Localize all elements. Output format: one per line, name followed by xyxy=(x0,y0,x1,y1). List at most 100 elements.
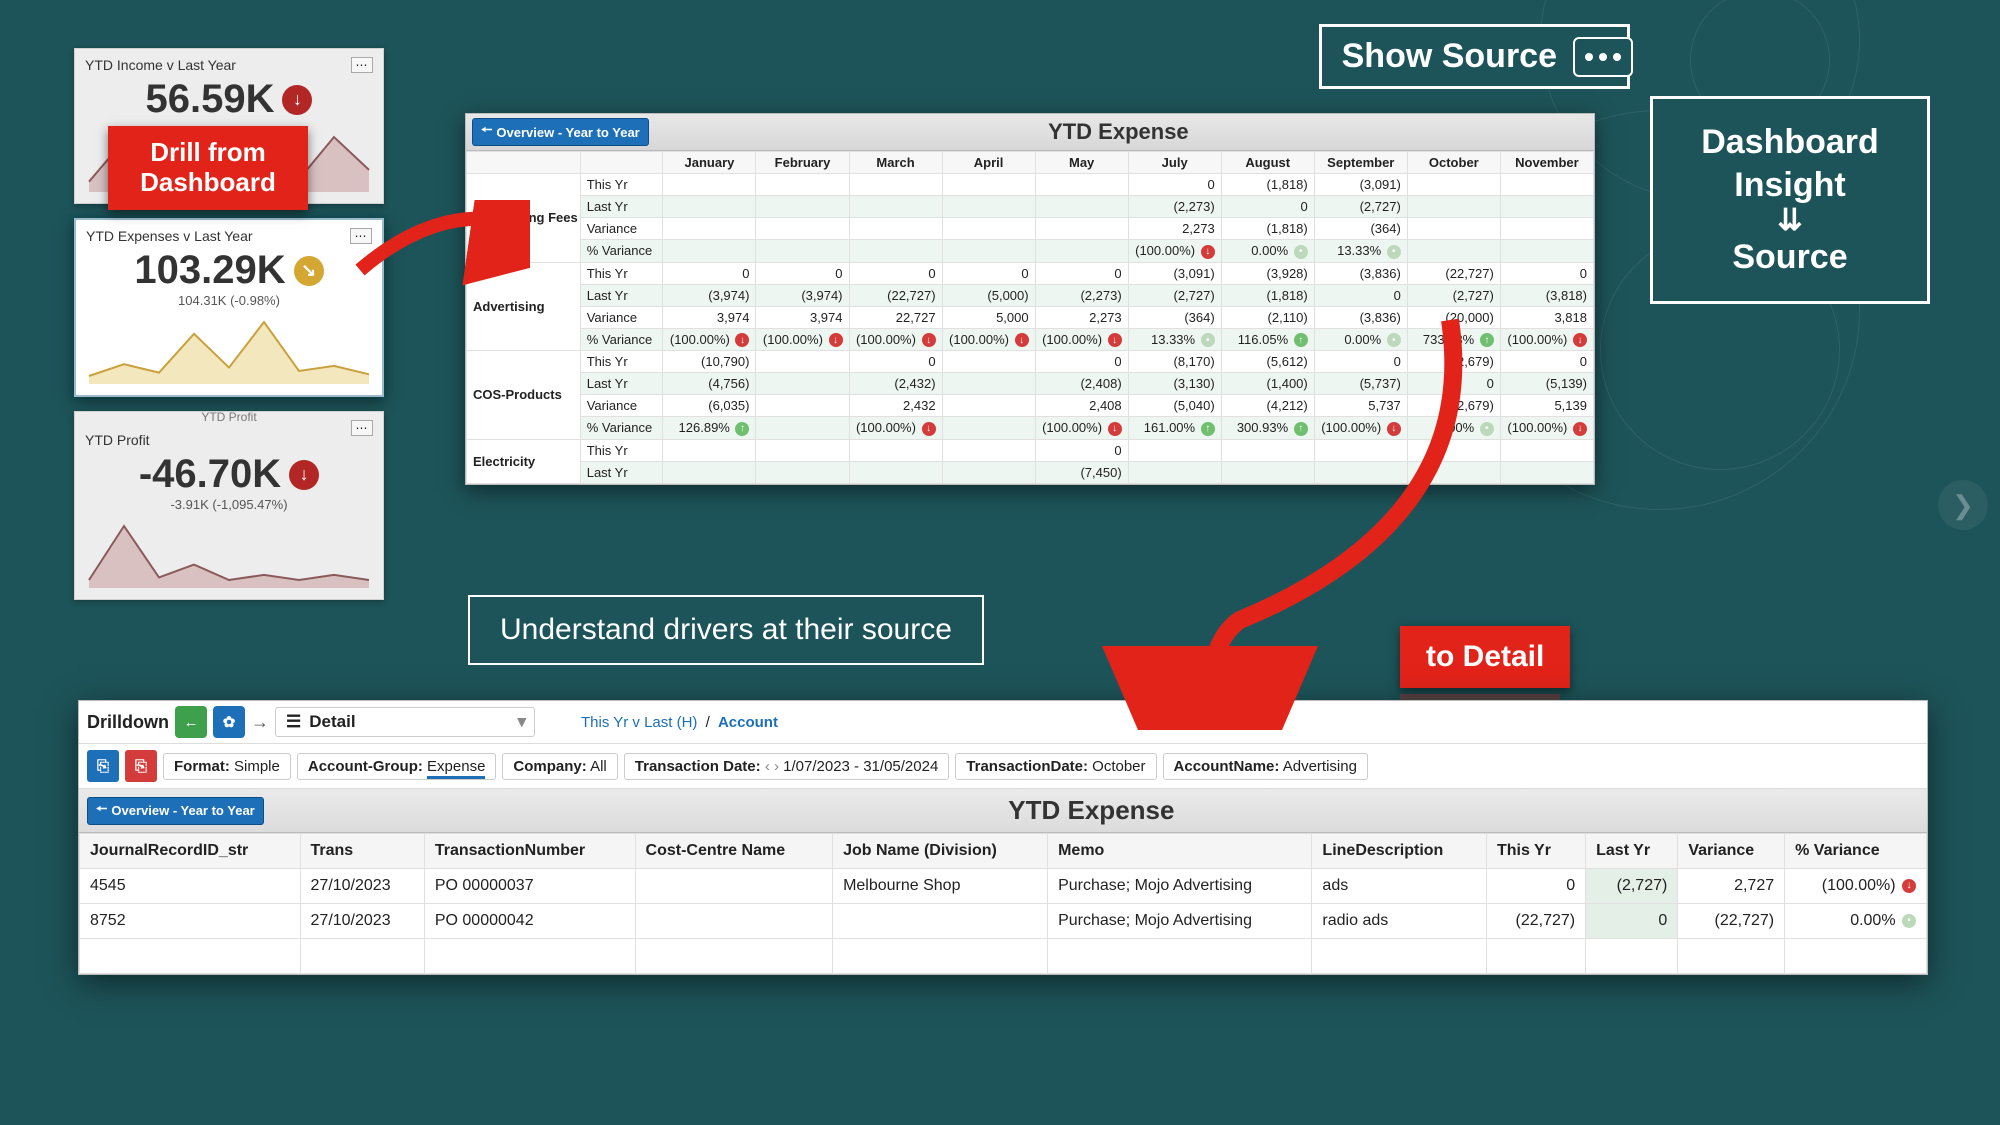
cell[interactable]: (364) xyxy=(1314,218,1407,240)
cell[interactable]: (20,000) xyxy=(1407,306,1500,328)
cell[interactable]: (7,450) xyxy=(1035,461,1128,483)
tile-more-icon[interactable]: ⋯ xyxy=(351,57,373,73)
cell[interactable]: 126.89% ↑ xyxy=(663,417,756,440)
cell[interactable]: (22,727) xyxy=(1407,262,1500,284)
cell[interactable]: (100.00%) ↓ xyxy=(1500,328,1593,351)
cell[interactable]: (22,727) xyxy=(849,284,942,306)
cell[interactable]: (2,408) xyxy=(1035,373,1128,395)
tile-more-icon[interactable]: ⋯ xyxy=(351,420,373,436)
cell[interactable]: 0 xyxy=(756,262,849,284)
dashboard-tile[interactable]: YTD Expenses v Last Year⋯103.29K↘104.31K… xyxy=(74,218,384,397)
cell[interactable]: (3,091) xyxy=(1128,262,1221,284)
cell[interactable]: 116.05% ↑ xyxy=(1221,328,1314,351)
cell[interactable]: 5,139 xyxy=(1500,395,1593,417)
detail-back-button[interactable]: 🠔 Overview - Year to Year xyxy=(87,797,264,825)
col-header[interactable]: LineDescription xyxy=(1312,834,1487,869)
back-icon[interactable]: ← xyxy=(175,706,207,738)
cell[interactable]: 0 xyxy=(1035,262,1128,284)
col-header[interactable]: Cost-Centre Name xyxy=(635,834,833,869)
cell[interactable]: 3,974 xyxy=(663,306,756,328)
cell[interactable]: (100.00%) ↓ xyxy=(663,328,756,351)
cell[interactable]: 0.00% • xyxy=(1314,328,1407,351)
cell[interactable]: (3,836) xyxy=(1314,262,1407,284)
cell[interactable]: 300.93% ↑ xyxy=(1221,417,1314,440)
cell[interactable]: (100.00%) ↓ xyxy=(1035,328,1128,351)
cell[interactable]: 0 xyxy=(1500,262,1593,284)
cell[interactable]: (3,928) xyxy=(1221,262,1314,284)
cell[interactable]: (100.00%) ↓ xyxy=(1314,417,1407,440)
cell[interactable]: (5,040) xyxy=(1128,395,1221,417)
cell[interactable]: 0 xyxy=(663,262,756,284)
cell[interactable]: (2,727) xyxy=(1407,284,1500,306)
cell[interactable]: 0 xyxy=(1314,284,1407,306)
cell[interactable]: (4,756) xyxy=(663,373,756,395)
cell[interactable]: 5,000 xyxy=(942,306,1035,328)
cell[interactable]: (364) xyxy=(1128,306,1221,328)
ellipsis-icon[interactable] xyxy=(1573,37,1633,77)
cell[interactable]: (3,130) xyxy=(1128,373,1221,395)
cell[interactable]: (1,400) xyxy=(1221,373,1314,395)
filter-chip[interactable]: Format: Simple xyxy=(163,753,291,780)
cell[interactable]: (5,139) xyxy=(1500,373,1593,395)
cell[interactable]: (3,091) xyxy=(1314,174,1407,196)
cell[interactable]: (2,110) xyxy=(1221,306,1314,328)
col-header[interactable]: JournalRecordID_str xyxy=(80,834,301,869)
cell[interactable]: 2,408 xyxy=(1035,395,1128,417)
col-header[interactable]: Memo xyxy=(1048,834,1312,869)
cell[interactable]: (100.00%) ↓ xyxy=(849,328,942,351)
cell[interactable]: (2,273) xyxy=(1128,196,1221,218)
cell[interactable]: 0.00% • xyxy=(1221,240,1314,263)
cell[interactable]: 13.33% • xyxy=(1128,328,1221,351)
cell[interactable]: (8,170) xyxy=(1128,351,1221,373)
filter-chip-daterange[interactable]: Transaction Date: ‹ › 1/07/2023 - 31/05/… xyxy=(624,753,950,780)
cell[interactable]: 0 xyxy=(1500,351,1593,373)
settings-icon[interactable]: ✿ xyxy=(213,706,245,738)
cell[interactable]: (2,679) xyxy=(1407,395,1500,417)
cell[interactable]: 0 xyxy=(1407,373,1500,395)
cell[interactable]: 13.33% • xyxy=(1314,240,1407,263)
back-button[interactable]: 🠔 Overview - Year to Year xyxy=(472,118,649,146)
cell[interactable]: 0 xyxy=(1128,174,1221,196)
col-header[interactable]: % Variance xyxy=(1785,834,1927,869)
cell[interactable]: (100.00%) ↓ xyxy=(849,417,942,440)
filter-clear-icon[interactable]: ⎘ xyxy=(125,750,157,782)
filter-chip[interactable]: Account-Group: Expense xyxy=(297,753,497,780)
cell[interactable]: 0 xyxy=(1221,196,1314,218)
next-slide-icon[interactable]: ❯ xyxy=(1938,480,1988,530)
cell[interactable]: (3,818) xyxy=(1500,284,1593,306)
cell[interactable]: 0 xyxy=(1314,351,1407,373)
cell[interactable]: (100.00%) ↓ xyxy=(1035,417,1128,440)
cell[interactable]: (3,836) xyxy=(1314,306,1407,328)
cell[interactable]: (2,727) xyxy=(1314,196,1407,218)
cell[interactable]: (100.00%) ↓ xyxy=(1128,240,1221,263)
cell[interactable]: 0 xyxy=(1035,439,1128,461)
cell[interactable]: 0.00% • xyxy=(1407,417,1500,440)
cell[interactable]: (1,818) xyxy=(1221,284,1314,306)
cell[interactable]: (2,432) xyxy=(849,373,942,395)
cell[interactable]: (5,000) xyxy=(942,284,1035,306)
cell[interactable]: (10,790) xyxy=(663,351,756,373)
cell[interactable]: (2,273) xyxy=(1035,284,1128,306)
cell[interactable]: (100.00%) ↓ xyxy=(1500,417,1593,440)
filter-chip[interactable]: AccountName: Advertising xyxy=(1163,753,1368,780)
cell[interactable]: 0 xyxy=(849,351,942,373)
table-row[interactable]: 875227/10/2023PO 00000042Purchase; Mojo … xyxy=(80,904,1927,939)
cell[interactable]: 22,727 xyxy=(849,306,942,328)
view-selector[interactable]: ☰ Detail ▾ xyxy=(275,707,535,737)
cell[interactable]: (4,212) xyxy=(1221,395,1314,417)
cell[interactable]: 161.00% ↑ xyxy=(1128,417,1221,440)
chevron-left-icon[interactable]: ‹ xyxy=(765,758,770,775)
filter-chip[interactable]: Company: All xyxy=(502,753,617,780)
cell[interactable]: (6,035) xyxy=(663,395,756,417)
col-header[interactable]: Job Name (Division) xyxy=(833,834,1048,869)
cell[interactable]: (2,679) xyxy=(1407,351,1500,373)
table-row[interactable]: 454527/10/2023PO 00000037Melbourne ShopP… xyxy=(80,869,1927,904)
col-header[interactable]: This Yr xyxy=(1486,834,1585,869)
cell[interactable]: 0 xyxy=(942,262,1035,284)
col-header[interactable]: TransactionNumber xyxy=(424,834,635,869)
chevron-right-icon[interactable]: › xyxy=(774,758,779,775)
cell[interactable]: 5,737 xyxy=(1314,395,1407,417)
cell[interactable]: (5,612) xyxy=(1221,351,1314,373)
cell[interactable]: 0 xyxy=(1035,351,1128,373)
col-header[interactable]: Trans xyxy=(300,834,424,869)
